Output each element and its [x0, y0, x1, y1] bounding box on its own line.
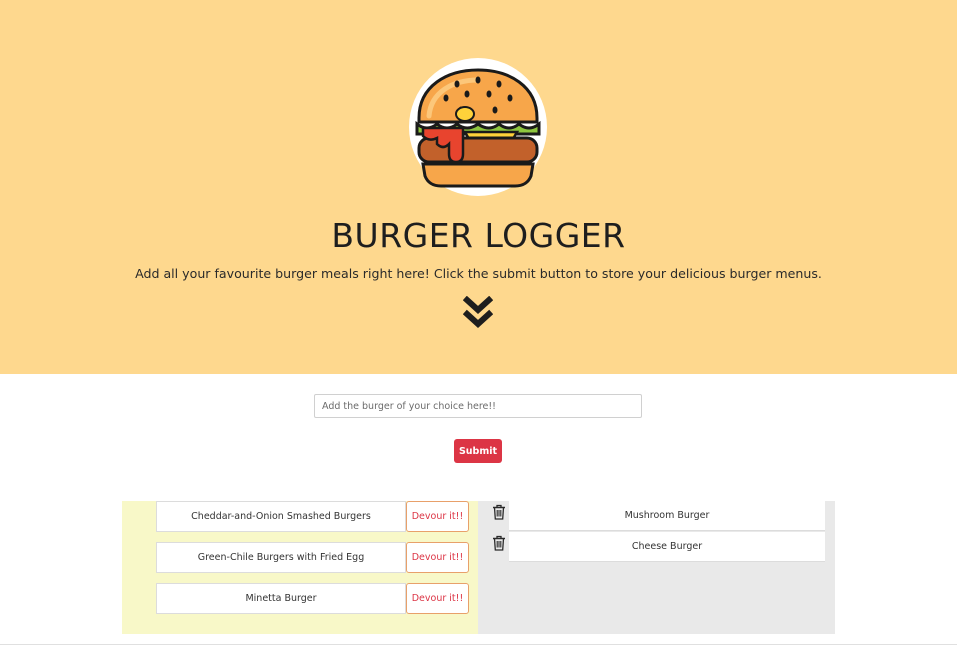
- page-subtitle: Add all your favourite burger meals righ…: [135, 266, 822, 281]
- burger-input[interactable]: [314, 394, 642, 418]
- devour-button[interactable]: Devour it!!: [406, 501, 469, 532]
- burger-icon: [415, 68, 541, 188]
- list-item: Green-Chile Burgers with Fried Egg Devou…: [156, 542, 469, 573]
- devour-button[interactable]: Devour it!!: [406, 583, 469, 614]
- trash-icon[interactable]: [492, 535, 506, 551]
- header-banner: BURGER LOGGER Add all your favourite bur…: [0, 0, 957, 374]
- page-title: BURGER LOGGER: [331, 216, 626, 255]
- devour-button[interactable]: Devour it!!: [406, 542, 469, 573]
- logo: [409, 58, 547, 196]
- list-item: Mushroom Burger: [488, 501, 825, 531]
- divider: [0, 644, 957, 645]
- burger-name: Cheddar-and-Onion Smashed Burgers: [156, 501, 406, 532]
- trash-icon[interactable]: [492, 504, 506, 520]
- submit-button[interactable]: Submit: [454, 439, 502, 463]
- burger-name: Cheese Burger: [509, 532, 825, 562]
- double-chevron-down-icon[interactable]: [463, 296, 493, 332]
- list-item: Cheese Burger: [488, 532, 825, 562]
- burger-name: Mushroom Burger: [509, 501, 825, 531]
- burger-name: Minetta Burger: [156, 583, 406, 614]
- uneaten-burgers-panel: Cheddar-and-Onion Smashed Burgers Devour…: [122, 501, 478, 634]
- list-item: Cheddar-and-Onion Smashed Burgers Devour…: [156, 501, 469, 532]
- devoured-burgers-panel: Mushroom Burger Cheese Burger: [478, 501, 835, 634]
- list-item: Minetta Burger Devour it!!: [156, 583, 469, 614]
- burger-name: Green-Chile Burgers with Fried Egg: [156, 542, 406, 573]
